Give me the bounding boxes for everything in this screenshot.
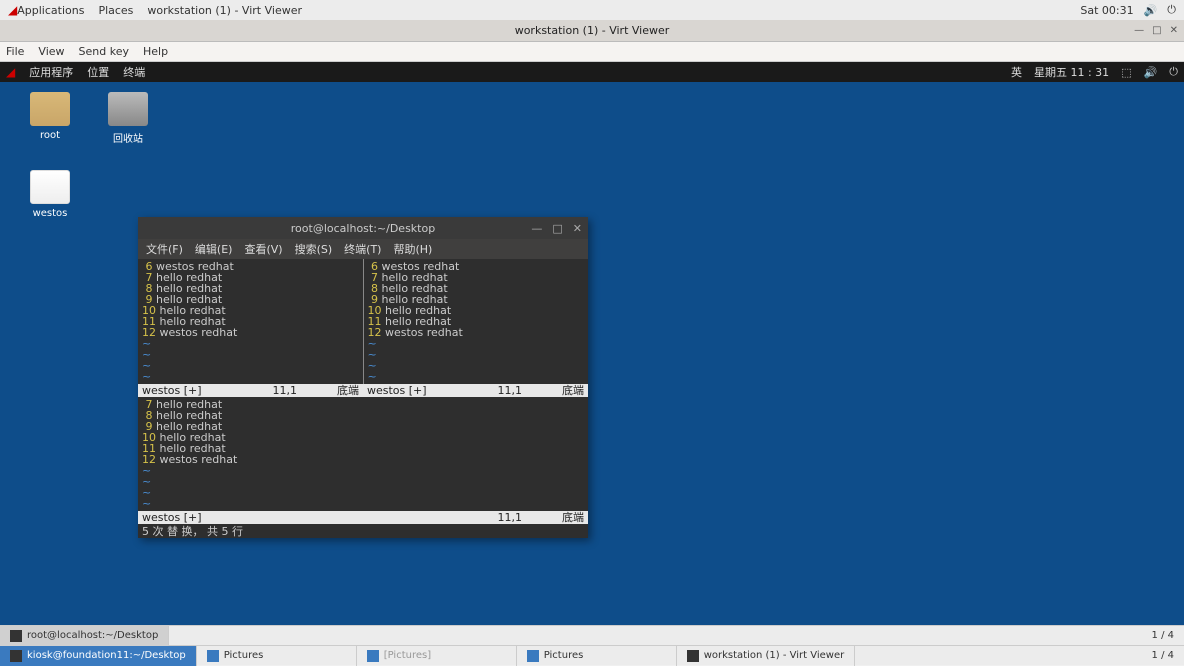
guest-desktop[interactable]: ◢ 应用程序 位置 终端 英 星期五 11 : 31 ⬚ 🔊 ⏻ root 回收… bbox=[0, 62, 1184, 625]
terminal-body[interactable]: 6 westos redhat 7 hello redhat 8 hello r… bbox=[138, 259, 588, 538]
taskbar-item[interactable]: [Pictures] bbox=[357, 646, 517, 666]
terminal-window[interactable]: root@localhost:~/Desktop — □ ✕ 文件(F) 编辑(… bbox=[138, 217, 588, 538]
task-label: [Pictures] bbox=[384, 650, 431, 661]
workspace-pager[interactable]: 1 / 4 bbox=[1142, 650, 1184, 661]
trash-icon bbox=[108, 92, 148, 126]
terminal-icon bbox=[10, 630, 22, 642]
terminal-icon bbox=[10, 650, 22, 662]
status-mode: 底端 bbox=[562, 512, 584, 523]
taskbar-item[interactable]: root@localhost:~/Desktop bbox=[0, 626, 169, 646]
taskbar-item[interactable]: Pictures bbox=[197, 646, 357, 666]
icon-label: 回收站 bbox=[113, 134, 143, 145]
host-taskbar-row1: root@localhost:~/Desktop 1 / 4 bbox=[0, 625, 1184, 645]
term-menu-file[interactable]: 文件(F) bbox=[146, 241, 183, 257]
terminal-minimize-button[interactable]: — bbox=[531, 222, 542, 235]
terminal-menubar: 文件(F) 编辑(E) 查看(V) 搜索(S) 终端(T) 帮助(H) bbox=[138, 239, 588, 259]
term-menu-terminal[interactable]: 终端(T) bbox=[344, 241, 381, 257]
vim-pane-top-1[interactable]: 6 westos redhat 7 hello redhat 8 hello r… bbox=[364, 259, 589, 384]
vim-status-bottom: westos [+] 11,1 底端 bbox=[138, 511, 588, 524]
folder-icon bbox=[30, 92, 70, 126]
taskbar-item[interactable]: workstation (1) - Virt Viewer bbox=[677, 646, 856, 666]
image-icon bbox=[367, 650, 379, 662]
taskbar-item[interactable]: Pictures bbox=[517, 646, 677, 666]
virt-viewer-titlebar[interactable]: workstation (1) - Virt Viewer — □ ✕ bbox=[0, 20, 1184, 42]
text-file-icon bbox=[30, 170, 70, 204]
vim-pane-bottom[interactable]: 7 hello redhat 8 hello redhat 9 hello re… bbox=[138, 397, 588, 511]
vim-status-top-1: westos [+]11,1底端 bbox=[363, 384, 588, 397]
vim-command-line[interactable]: 5 次 替 换， 共 5 行 bbox=[138, 524, 588, 538]
terminal-title-text: root@localhost:~/Desktop bbox=[291, 222, 435, 235]
volume-icon[interactable]: 🔊 bbox=[1144, 4, 1158, 17]
terminal-icon bbox=[687, 650, 699, 662]
icon-label: root bbox=[40, 130, 60, 141]
desktop-icon-trash[interactable]: 回收站 bbox=[98, 92, 158, 145]
term-menu-view[interactable]: 查看(V) bbox=[244, 241, 282, 257]
vim-status-top-0: westos [+]11,1底端 bbox=[138, 384, 363, 397]
taskbar-item[interactable]: kiosk@foundation11:~/Desktop bbox=[0, 646, 197, 666]
task-label: workstation (1) - Virt Viewer bbox=[704, 650, 845, 661]
host-places-menu[interactable]: Places bbox=[98, 4, 133, 17]
vv-menu-file[interactable]: File bbox=[6, 45, 24, 58]
host-applications-menu[interactable]: Applications bbox=[17, 4, 84, 17]
image-icon bbox=[527, 650, 539, 662]
volume-icon[interactable]: 🔊 bbox=[1144, 66, 1158, 79]
guest-clock: 星期五 11 : 31 bbox=[1034, 64, 1109, 80]
vv-menu-help[interactable]: Help bbox=[143, 45, 168, 58]
terminal-maximize-button[interactable]: □ bbox=[552, 222, 562, 235]
power-icon[interactable]: ⏻ bbox=[1169, 65, 1178, 79]
virt-viewer-menu: File View Send key Help bbox=[0, 42, 1184, 62]
vv-menu-sendkey[interactable]: Send key bbox=[79, 45, 129, 58]
host-app-title[interactable]: workstation (1) - Virt Viewer bbox=[147, 4, 302, 17]
host-top-bar: ◢ Applications Places workstation (1) - … bbox=[0, 0, 1184, 20]
image-icon bbox=[207, 650, 219, 662]
network-icon[interactable]: ⬚ bbox=[1121, 66, 1131, 79]
status-pos: 11,1 bbox=[498, 512, 523, 523]
task-label: Pictures bbox=[544, 650, 584, 661]
task-label: Pictures bbox=[224, 650, 264, 661]
guest-places-menu[interactable]: 位置 bbox=[87, 64, 109, 80]
vv-title-text: workstation (1) - Virt Viewer bbox=[515, 24, 670, 37]
terminal-titlebar[interactable]: root@localhost:~/Desktop — □ ✕ bbox=[138, 217, 588, 239]
host-clock: Sat 00:31 bbox=[1080, 4, 1133, 17]
redhat-icon: ◢ bbox=[8, 3, 17, 17]
guest-terminal-menu[interactable]: 终端 bbox=[123, 64, 145, 80]
desktop-icon-root[interactable]: root bbox=[20, 92, 80, 141]
desktop-icon-westos[interactable]: westos bbox=[20, 170, 80, 219]
vim-pane-top-0[interactable]: 6 westos redhat 7 hello redhat 8 hello r… bbox=[138, 259, 364, 384]
task-label: kiosk@foundation11:~/Desktop bbox=[27, 650, 186, 661]
maximize-button[interactable]: □ bbox=[1152, 25, 1161, 36]
redhat-icon: ◢ bbox=[6, 65, 15, 79]
terminal-close-button[interactable]: ✕ bbox=[573, 222, 582, 235]
guest-lang[interactable]: 英 bbox=[1011, 64, 1022, 80]
term-menu-edit[interactable]: 编辑(E) bbox=[195, 241, 233, 257]
minimize-button[interactable]: — bbox=[1134, 25, 1144, 36]
power-icon[interactable]: ⏻ bbox=[1167, 3, 1176, 17]
close-button[interactable]: ✕ bbox=[1170, 25, 1178, 36]
term-menu-search[interactable]: 搜索(S) bbox=[295, 241, 333, 257]
icon-label: westos bbox=[33, 208, 68, 219]
guest-applications-menu[interactable]: 应用程序 bbox=[29, 64, 73, 80]
term-menu-help[interactable]: 帮助(H) bbox=[393, 241, 432, 257]
guest-top-bar: ◢ 应用程序 位置 终端 英 星期五 11 : 31 ⬚ 🔊 ⏻ bbox=[0, 62, 1184, 82]
host-taskbar-row2: kiosk@foundation11:~/Desktop Pictures [Pic… bbox=[0, 645, 1184, 665]
workspace-pager[interactable]: 1 / 4 bbox=[1142, 630, 1184, 641]
task-label: root@localhost:~/Desktop bbox=[27, 630, 158, 641]
status-file: westos [+] bbox=[142, 512, 202, 523]
vv-menu-view[interactable]: View bbox=[38, 45, 64, 58]
